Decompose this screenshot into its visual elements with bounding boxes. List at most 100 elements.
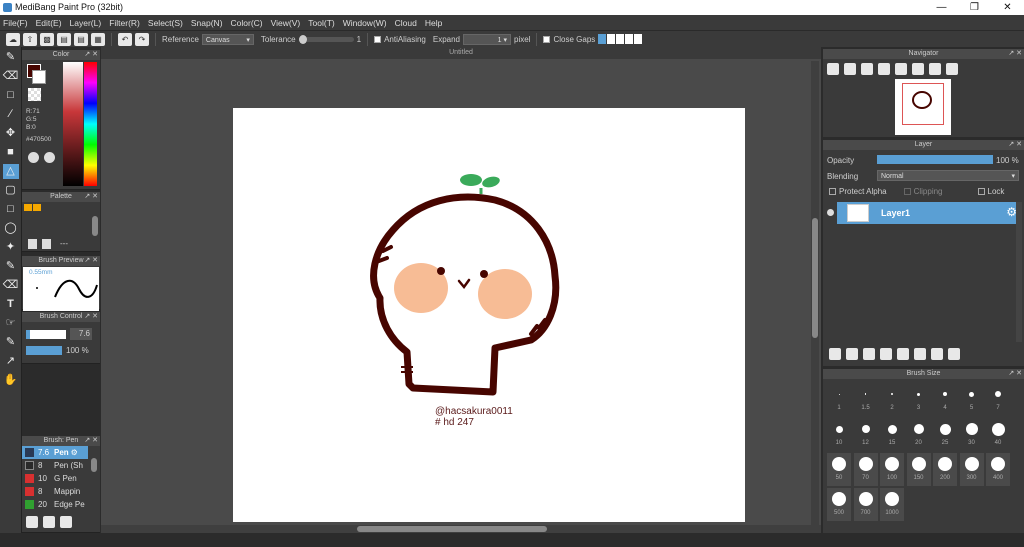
brush-size-option[interactable]: 40 bbox=[986, 418, 1010, 451]
brush-size-option[interactable]: 400 bbox=[986, 453, 1010, 486]
brush-size-option[interactable]: 300 bbox=[959, 453, 984, 486]
drawing-canvas[interactable]: @hacsakura0011 # hd 247 bbox=[233, 108, 745, 522]
new-8bit-layer-icon[interactable] bbox=[863, 348, 875, 360]
brush-size-option[interactable]: 200 bbox=[933, 453, 957, 486]
menu-select[interactable]: Select(S) bbox=[148, 18, 183, 28]
menu-color[interactable]: Color(C) bbox=[231, 18, 263, 28]
antialias-checkbox[interactable] bbox=[374, 35, 382, 43]
navigator-thumbnail[interactable] bbox=[895, 79, 951, 135]
brush-size-option[interactable]: 100 bbox=[880, 453, 904, 486]
reference-select[interactable]: Canvas ▾ bbox=[201, 33, 254, 45]
brush-size-option[interactable]: 70 bbox=[853, 453, 878, 486]
gradient-tool-icon[interactable]: ▢ bbox=[3, 183, 19, 198]
magic-wand-icon[interactable]: ✦ bbox=[3, 240, 19, 255]
brush-size-option[interactable]: 50 bbox=[827, 453, 851, 486]
close-gaps-level[interactable] bbox=[598, 34, 643, 44]
brush-tool-icon[interactable]: ✎ bbox=[3, 50, 19, 65]
menu-filter[interactable]: Filter(R) bbox=[109, 18, 140, 28]
brush-item-pen-shading[interactable]: 8 Pen (Sh bbox=[22, 459, 88, 472]
eyedropper-icon[interactable]: ↗ bbox=[3, 354, 19, 369]
brush-item-pen[interactable]: 7.6 Pen ⚙ bbox=[22, 446, 88, 459]
bucket-tool-icon[interactable]: △ bbox=[2, 164, 19, 179]
layer-opacity-slider[interactable] bbox=[877, 155, 993, 164]
brush-size-option[interactable]: 1 bbox=[827, 383, 851, 416]
brush-size-option[interactable]: 500 bbox=[827, 488, 851, 521]
menu-help[interactable]: Help bbox=[425, 18, 442, 28]
layer-add-menu-icon[interactable] bbox=[880, 348, 892, 360]
text-tool-icon[interactable]: T bbox=[3, 297, 19, 312]
clipping-checkbox[interactable] bbox=[903, 188, 911, 195]
palette-delete-icon[interactable] bbox=[42, 239, 51, 249]
rectangle-tool-icon[interactable]: □ bbox=[3, 88, 19, 103]
color-wheel-icon[interactable] bbox=[28, 152, 39, 163]
close-icon[interactable]: ↗ ✕ bbox=[1008, 49, 1022, 59]
brush-size-option[interactable]: 4 bbox=[933, 383, 957, 416]
brush-size-option[interactable]: 12 bbox=[854, 418, 878, 451]
close-icon[interactable]: ↗ ✕ bbox=[84, 256, 98, 266]
brush-size-option[interactable]: 700 bbox=[853, 488, 878, 521]
menu-edit[interactable]: Edit(E) bbox=[36, 18, 62, 28]
brush-size-option[interactable]: 30 bbox=[960, 418, 984, 451]
folder-icon[interactable] bbox=[897, 348, 909, 360]
menu-cloud[interactable]: Cloud bbox=[395, 18, 417, 28]
flip-icon[interactable] bbox=[946, 63, 958, 75]
layer-visibility-icon[interactable] bbox=[827, 209, 834, 216]
brush-item-edge-pen[interactable]: 20 Edge Pe bbox=[22, 498, 88, 511]
document-tab[interactable]: Untitled bbox=[101, 47, 821, 59]
gear-icon[interactable]: ⚙ bbox=[71, 448, 78, 457]
brush-page-icon[interactable] bbox=[43, 516, 55, 528]
duplicate-layer-icon[interactable] bbox=[914, 348, 926, 360]
brush-size-option[interactable]: 150 bbox=[906, 453, 931, 486]
background-color[interactable] bbox=[32, 70, 46, 84]
operation-tool-icon[interactable]: ☞ bbox=[3, 316, 19, 331]
new-halftone-layer-icon[interactable] bbox=[846, 348, 858, 360]
expand-select[interactable]: 1 ▾ bbox=[463, 33, 512, 45]
minimize-button[interactable]: — bbox=[925, 0, 958, 15]
brush-item-g-pen[interactable]: 10 G Pen bbox=[22, 472, 88, 485]
palette-swatch[interactable] bbox=[24, 204, 32, 211]
palette-swatch[interactable] bbox=[33, 204, 41, 211]
zoom-out-icon[interactable] bbox=[878, 63, 890, 75]
brush-size-option[interactable]: 1.5 bbox=[854, 383, 878, 416]
close-gaps-checkbox[interactable] bbox=[543, 35, 551, 43]
palette-more[interactable]: --- bbox=[60, 239, 68, 248]
upload-icon[interactable]: ⇧ bbox=[23, 32, 37, 46]
blending-select[interactable]: Normal ▾ bbox=[877, 170, 1019, 181]
horizontal-scrollbar[interactable] bbox=[101, 525, 821, 533]
brush-add-icon[interactable] bbox=[26, 516, 38, 528]
select-pen-icon[interactable]: ✎ bbox=[3, 259, 19, 274]
transparent-color[interactable] bbox=[28, 88, 41, 101]
hue-slider[interactable] bbox=[84, 62, 97, 186]
lock-checkbox[interactable] bbox=[977, 188, 985, 195]
layer-scrollbar[interactable] bbox=[1016, 202, 1022, 342]
brush-size-option[interactable]: 3 bbox=[907, 383, 931, 416]
brush-size-option[interactable]: 20 bbox=[907, 418, 931, 451]
brush-size-option[interactable]: 5 bbox=[960, 383, 984, 416]
brush-size-option[interactable]: 25 bbox=[933, 418, 957, 451]
brush-item-mapping[interactable]: 8 Mappin bbox=[22, 485, 88, 498]
brush-size-option[interactable]: 15 bbox=[880, 418, 904, 451]
menu-layer[interactable]: Layer(L) bbox=[70, 18, 102, 28]
saturation-box[interactable] bbox=[63, 62, 83, 186]
redo-icon[interactable]: ↷ bbox=[135, 32, 149, 46]
close-icon[interactable]: ↗ ✕ bbox=[84, 312, 98, 322]
vertical-scrollbar[interactable] bbox=[811, 61, 819, 527]
close-icon[interactable]: ↗ ✕ bbox=[84, 436, 98, 446]
brush-size-option[interactable]: 1000 bbox=[880, 488, 904, 521]
brush-list-scrollbar[interactable] bbox=[91, 458, 97, 472]
line-tool-icon[interactable]: ∕ bbox=[3, 107, 19, 122]
fit-screen-icon[interactable] bbox=[912, 63, 924, 75]
delete-layer-icon[interactable] bbox=[948, 348, 960, 360]
color-picker-icon[interactable] bbox=[44, 152, 55, 163]
merge-layer-icon[interactable] bbox=[931, 348, 943, 360]
hand-tool-icon[interactable]: ✋ bbox=[3, 373, 19, 388]
zoom-in-icon[interactable] bbox=[827, 63, 839, 75]
brush-size-option[interactable]: 10 bbox=[827, 418, 851, 451]
palette-add-icon[interactable] bbox=[28, 239, 37, 249]
page-icon[interactable]: ▤ bbox=[57, 32, 71, 46]
cloud-icon[interactable]: ☁ bbox=[6, 32, 20, 46]
palette-scrollbar[interactable] bbox=[92, 216, 98, 236]
tolerance-slider[interactable] bbox=[298, 34, 354, 44]
document-icon[interactable]: ▤ bbox=[74, 32, 88, 46]
layer-row-layer1[interactable]: Layer1 ⚙ bbox=[837, 202, 1019, 224]
